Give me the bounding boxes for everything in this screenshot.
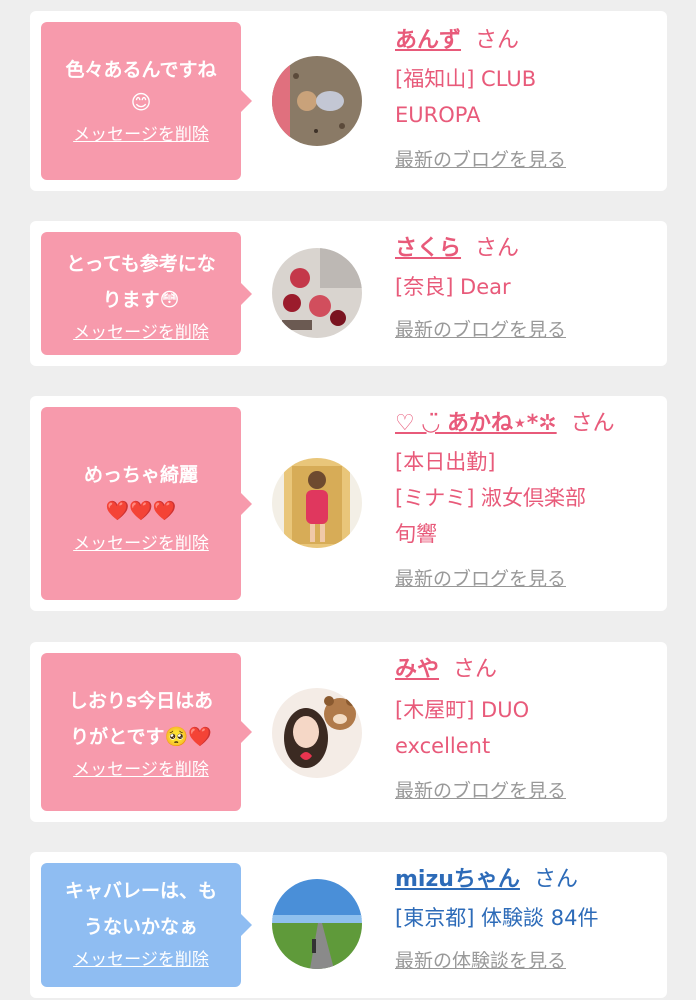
- delete-message-link[interactable]: メッセージを削除: [73, 755, 209, 780]
- latest-blog-link[interactable]: 最新のブログを見る: [395, 315, 660, 342]
- shop-line: [奈良] Dear: [395, 275, 511, 299]
- user-name-link[interactable]: さくら: [395, 236, 461, 261]
- message-text-line: ❤️❤️❤️: [105, 500, 177, 522]
- message-bubble: めっちゃ綺麗 ❤️❤️❤️ メッセージを削除: [41, 407, 252, 600]
- message-card: しおりs今日はあ りがとです🥺❤️ メッセージを削除 みや さん [木屋町] DU…: [30, 642, 667, 822]
- message-card: キャバレーは、も うないかなぁ メッセージを削除 mizuちゃん さん [東京都]…: [30, 852, 667, 998]
- message-text-line: うないかなぁ: [83, 916, 198, 938]
- message-card: とっても参考にな ります😳 メッセージを削除 さくら さん [奈良] Dear 最…: [30, 221, 667, 366]
- shop-line: [木屋町] DUO: [395, 698, 530, 722]
- user-info: さくら さん [奈良] Dear 最新のブログを見る: [395, 233, 660, 342]
- shop-line: excellent: [395, 734, 491, 758]
- user-info: みや さん [木屋町] DUO excellent 最新のブログを見る: [395, 654, 660, 803]
- message-text-line: 色々あるんですね: [65, 59, 217, 81]
- honorific-suffix: さん: [475, 28, 520, 53]
- message-card: 色々あるんですね 😊 メッセージを削除 あんず さん [福知山] CLUB EUR…: [30, 11, 667, 191]
- shop-line: EUROPA: [395, 103, 481, 127]
- message-text-line: キャバレーは、も: [64, 880, 217, 902]
- user-info: mizuちゃん さん [東京都] 体験談 84件 最新の体験談を見る: [395, 864, 660, 973]
- latest-blog-link[interactable]: 最新のブログを見る: [395, 564, 660, 591]
- shop-line: [本日出勤]: [395, 450, 496, 474]
- delete-message-link[interactable]: メッセージを削除: [73, 945, 209, 970]
- avatar[interactable]: [272, 458, 362, 548]
- shop-line: [東京都] 体験談 84件: [395, 906, 599, 930]
- user-name-link[interactable]: みや: [395, 657, 439, 682]
- user-info: あんず さん [福知山] CLUB EUROPA 最新のブログを見る: [395, 25, 660, 172]
- delete-message-link[interactable]: メッセージを削除: [73, 318, 209, 343]
- message-bubble: しおりs今日はあ りがとです🥺❤️ メッセージを削除: [41, 653, 252, 811]
- shop-line: 旬響: [395, 522, 437, 546]
- avatar[interactable]: [272, 248, 362, 338]
- latest-experience-link[interactable]: 最新の体験談を見る: [395, 946, 660, 973]
- message-bubble: とっても参考にな ります😳 メッセージを削除: [41, 232, 252, 355]
- user-name-link[interactable]: mizuちゃん: [395, 867, 520, 892]
- latest-blog-link[interactable]: 最新のブログを見る: [395, 776, 660, 803]
- message-text-line: とっても参考にな: [66, 253, 216, 275]
- shop-line: [福知山] CLUB: [395, 67, 537, 91]
- message-bubble: 色々あるんですね 😊 メッセージを削除: [41, 22, 252, 180]
- message-text-line: 😊: [130, 90, 152, 114]
- latest-blog-link[interactable]: 最新のブログを見る: [395, 145, 660, 172]
- message-text-line: ります😳: [102, 289, 180, 311]
- avatar[interactable]: [272, 688, 362, 778]
- user-info: ♡ ◡̈ あかね⋆*✲ さん [本日出勤] [ミナミ] 淑女倶楽部 旬響 最新のブ…: [395, 408, 660, 591]
- message-bubble: キャバレーは、も うないかなぁ メッセージを削除: [41, 863, 252, 987]
- delete-message-link[interactable]: メッセージを削除: [73, 529, 209, 554]
- honorific-suffix: さん: [570, 411, 615, 436]
- avatar[interactable]: [272, 879, 362, 969]
- delete-message-link[interactable]: メッセージを削除: [73, 120, 209, 145]
- honorific-suffix: さん: [533, 867, 578, 892]
- honorific-suffix: さん: [475, 236, 520, 261]
- shop-line: [ミナミ] 淑女倶楽部: [395, 486, 587, 510]
- message-card: めっちゃ綺麗 ❤️❤️❤️ メッセージを削除 ♡ ◡̈ あかね⋆*✲ さん [本日…: [30, 396, 667, 611]
- message-text-line: りがとです🥺❤️: [70, 726, 212, 748]
- avatar[interactable]: [272, 56, 362, 146]
- user-name-link[interactable]: ♡ ◡̈ あかね⋆*✲: [395, 411, 557, 436]
- message-text-line: しおりs今日はあ: [68, 690, 214, 712]
- honorific-suffix: さん: [453, 657, 498, 682]
- message-text-line: めっちゃ綺麗: [83, 464, 198, 486]
- user-name-link[interactable]: あんず: [395, 28, 461, 53]
